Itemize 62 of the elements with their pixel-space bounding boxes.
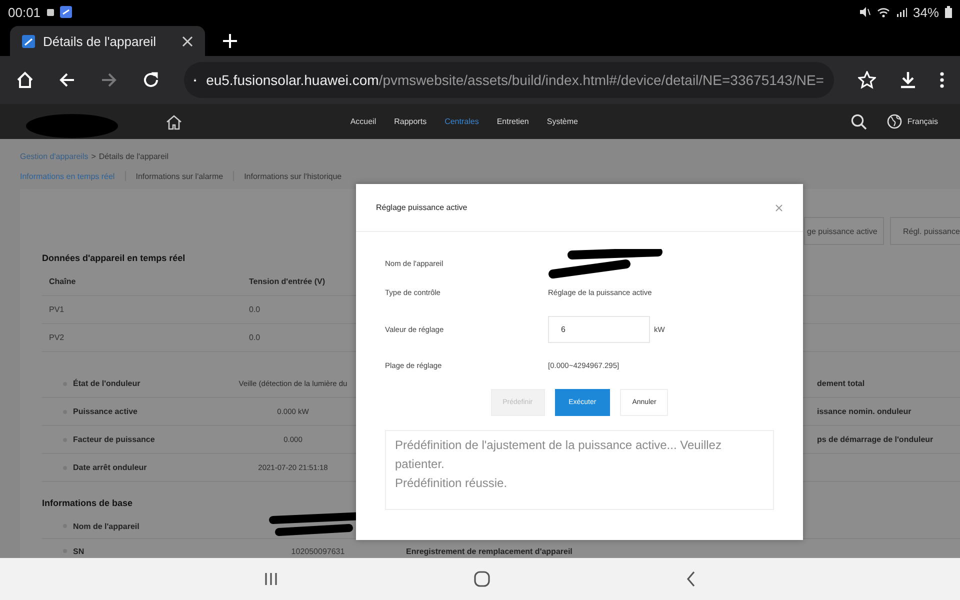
section-title: Données d'appareil en temps réel <box>42 253 186 263</box>
field-label: ps de démarrage de l'onduleur <box>817 435 934 444</box>
download-icon[interactable] <box>900 71 916 89</box>
page-favicon <box>22 34 35 48</box>
nav-link[interactable]: Centrales <box>444 117 479 126</box>
nav-link[interactable]: Entretien <box>496 117 529 126</box>
field-label: SN <box>73 546 84 556</box>
page-tab[interactable]: Informations sur l'alarme <box>136 172 224 180</box>
new-tab-icon[interactable] <box>223 34 237 48</box>
nav-link[interactable]: Rapports <box>394 117 427 126</box>
nav-link[interactable]: Système <box>546 117 578 126</box>
address-bar[interactable]: eu5.fusionsolar.huawei.com/pvmswebsite/assets/build/index.html#/device/detail/NE=33675143/NE= <box>184 62 834 98</box>
field-label: Puissance active <box>73 407 138 416</box>
field-label: Nom de l'appareil <box>73 522 140 530</box>
search-icon[interactable] <box>851 114 868 130</box>
star-icon[interactable] <box>858 71 876 89</box>
battery-level: 34% <box>912 4 939 20</box>
input-field[interactable]: 6 <box>548 316 650 342</box>
page-tab[interactable]: Informations sur l'historique <box>244 172 342 180</box>
clock-time: 00:01 <box>8 4 41 20</box>
notification-icon <box>46 8 54 16</box>
home-icon[interactable] <box>166 114 182 130</box>
url-text: eu5.fusionsolar.huawei.com/pvmswebsite/assets/build/index.html#/device/detail/NE=33675143/NE= <box>206 72 824 88</box>
log-message: Prédéfinition réussie. <box>395 475 508 492</box>
field-value: 102050097631 <box>291 546 345 556</box>
close-icon[interactable] <box>182 36 193 46</box>
field-label: dement total <box>817 379 865 388</box>
table-cell: 0.0 <box>249 333 260 342</box>
action-button[interactable]: ge puissance active <box>804 217 884 245</box>
nav-link[interactable]: Accueil <box>350 117 376 126</box>
table-cell-text: PV1 <box>48 305 66 314</box>
field-label: État de l'onduleur <box>73 379 140 388</box>
dialog-title: Réglage puissance active <box>376 203 468 212</box>
language-selector[interactable]: Français <box>887 114 938 129</box>
log-message: Prédéfinition de l'ajustement de la puissance active... Veuillez patienter. <box>395 437 722 473</box>
action-button[interactable]: Régl. puissance <box>890 217 960 245</box>
globe-icon <box>887 114 902 129</box>
home-button-icon[interactable] <box>474 571 490 587</box>
field-label: Enregistrement de remplacement d'appareil <box>406 546 572 556</box>
breadcrumb-separator: > <box>91 152 96 161</box>
column-header: Chaîne <box>48 277 77 286</box>
reload-icon[interactable] <box>142 71 160 89</box>
field-label: issance nomin. onduleur <box>817 407 912 416</box>
column-header: Tension d'entrée (V) <box>249 277 325 286</box>
app-icon <box>60 6 72 18</box>
recent-apps-icon[interactable] <box>264 572 278 586</box>
breadcrumb-current: Détails de l'appareil <box>98 152 168 161</box>
forward-arrow-icon[interactable] <box>100 71 118 89</box>
section-title: Informations de base <box>42 498 133 508</box>
field-label: Date arrêt onduleur <box>73 463 147 472</box>
table-cell: 0.0 <box>249 305 260 314</box>
back-icon[interactable] <box>686 571 696 587</box>
wifi-icon <box>876 6 890 18</box>
more-menu-icon[interactable] <box>940 72 944 88</box>
mute-icon <box>858 6 871 18</box>
battery-icon <box>945 6 952 18</box>
back-arrow-icon[interactable] <box>58 71 76 89</box>
browser-tab[interactable]: Détails de l'appareil <box>10 26 205 56</box>
table-cell-text: PV2 <box>48 333 66 342</box>
field-label: Facteur de puissance <box>73 435 155 444</box>
signal-icon <box>896 6 907 18</box>
tab-title: Détails de l'appareil <box>43 34 158 48</box>
